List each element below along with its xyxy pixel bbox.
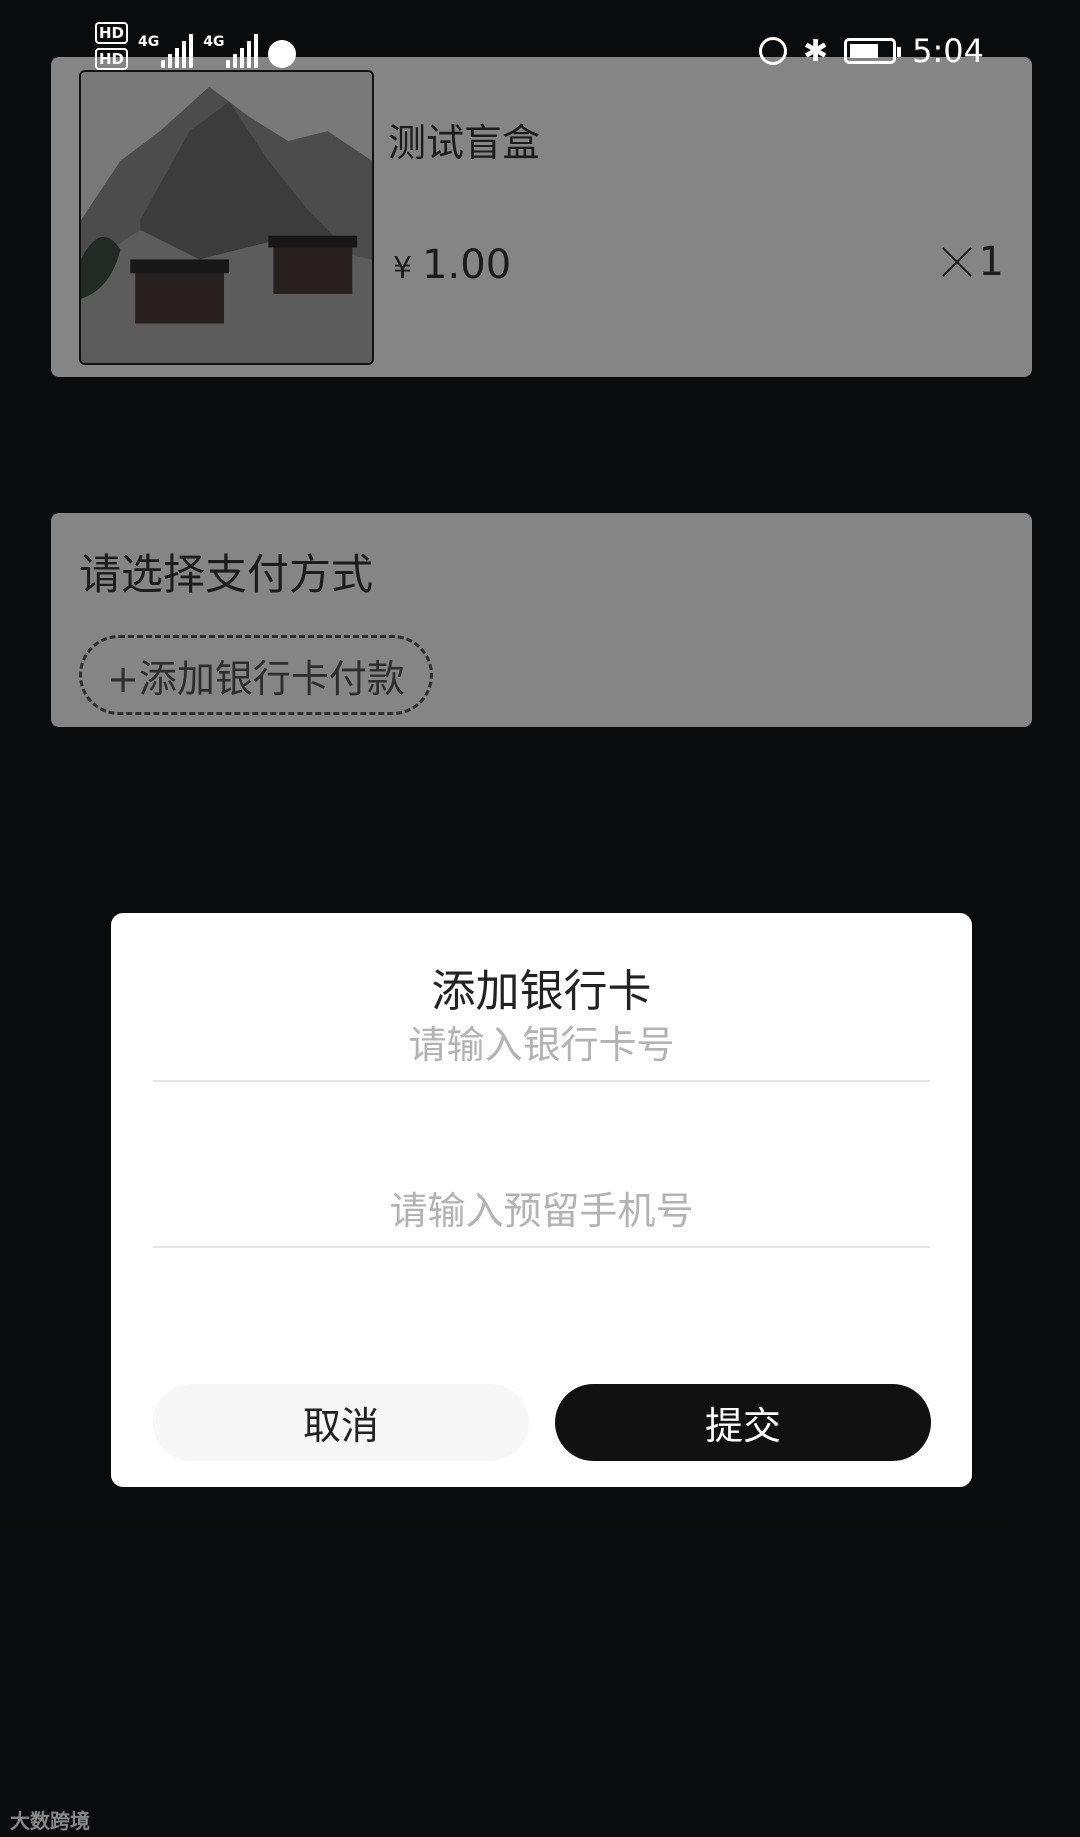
- clock: 5:04: [912, 32, 984, 70]
- signal-icon-1: 4G: [138, 34, 194, 68]
- hd-badge-1: HD: [95, 22, 129, 44]
- signal-icon-2: 4G: [203, 34, 259, 68]
- alarm-icon: [759, 37, 787, 65]
- bluetooth-icon: ✱: [803, 33, 829, 69]
- hd-badge-2: HD: [95, 48, 129, 70]
- battery-icon: [844, 38, 902, 64]
- app-notification-icon: [268, 40, 297, 68]
- watermark: 大数跨境: [10, 1809, 90, 1833]
- reserved-phone-input[interactable]: [153, 1176, 930, 1248]
- bank-card-number-input[interactable]: [153, 1010, 930, 1082]
- submit-button[interactable]: 提交: [555, 1384, 931, 1461]
- status-bar: HD HD 4G 4G ✱ 5:04: [0, 0, 1080, 100]
- cancel-button[interactable]: 取消: [153, 1384, 529, 1461]
